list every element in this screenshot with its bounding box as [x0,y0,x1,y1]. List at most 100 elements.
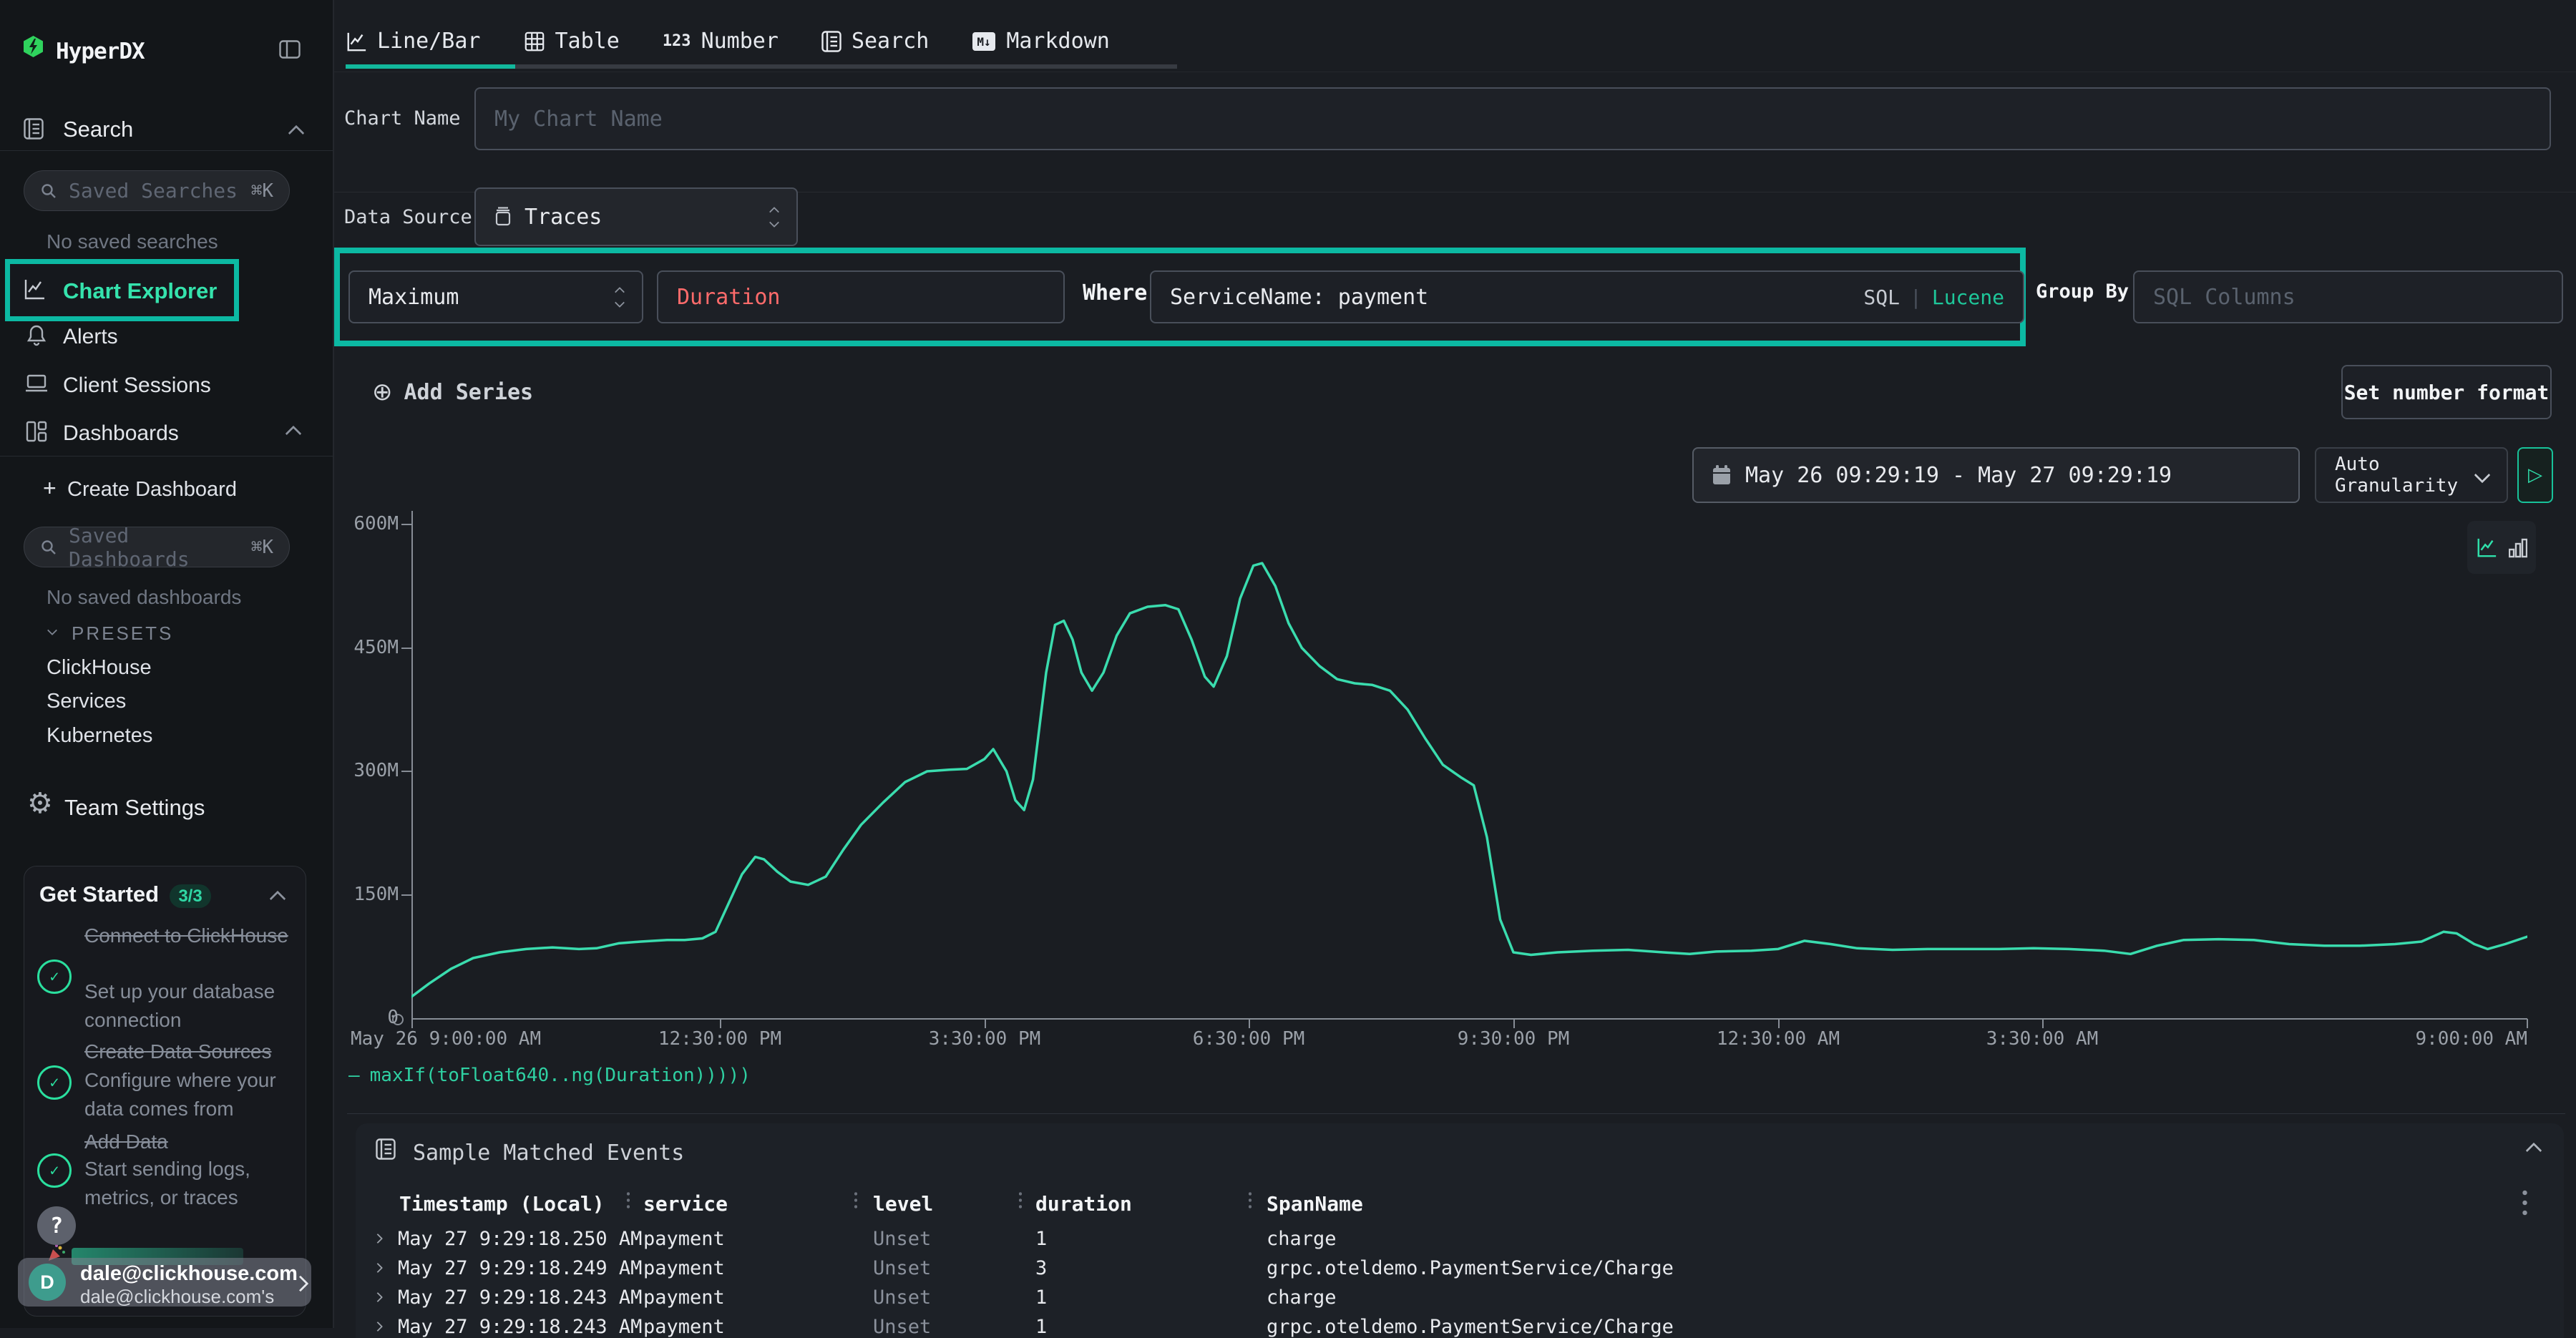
y-tick-label: 150M [333,884,399,905]
no-saved-dashboards-text: No saved dashboards [47,586,241,609]
column-header-spanname[interactable]: SpanName [1267,1192,1363,1216]
column-header-level[interactable]: level [873,1192,933,1216]
preset-services[interactable]: Services [47,690,126,713]
group-by-input[interactable]: SQL Columns [2133,270,2563,323]
line-chart-icon [346,31,367,52]
get-started-title: Get Started [39,882,159,907]
column-resize-handle[interactable] [1019,1191,1022,1209]
y-tick-label: 0 [333,1007,399,1028]
chart-legend[interactable]: — maxIf(toFloat640..ng(Duration))))) [348,1065,751,1086]
sidebar-section-search[interactable]: Search [63,117,133,142]
y-tick-label: 600M [333,513,399,534]
collapse-dashboards-icon[interactable] [286,426,302,442]
get-started-step-desc: Configure where your data comes from [84,1066,293,1123]
user-subtext: dale@clickhouse.com's [80,1286,274,1308]
search-icon [40,182,57,200]
tab-number[interactable]: 123 Number [663,29,779,54]
journal-icon [376,1138,396,1161]
date-range-input[interactable]: May 26 09:29:19 - May 27 09:29:19 [1692,447,2300,503]
lucene-mode-toggle[interactable]: Lucene [1932,285,2004,309]
search-section-icon [24,118,44,140]
chart-line-path [411,563,2527,997]
x-tick-label: 9:00:00 AM [2415,1028,2527,1050]
plus-icon: + [43,475,57,502]
x-tick-label: 12:30:00 AM [1717,1028,1840,1050]
table-icon [524,31,545,52]
bell-icon [26,323,47,348]
group-by-placeholder: SQL Columns [2153,285,2296,310]
help-button[interactable]: ? [37,1206,76,1245]
user-email: dale@clickhouse.com [80,1262,298,1286]
active-tab-underline [346,64,515,69]
set-number-format-button[interactable]: Set number format [2341,365,2552,419]
field-input[interactable]: Duration [657,270,1065,323]
no-saved-searches-text: No saved searches [47,230,218,253]
chart-line-svg[interactable] [411,512,2527,1020]
events-menu-kebab-icon[interactable] [2522,1188,2527,1216]
chart-name-placeholder: My Chart Name [494,107,663,132]
main-area: Line/Bar Table 123 Number Search M↓ Mark… [333,0,2576,1328]
column-header-duration[interactable]: duration [1035,1192,1132,1216]
check-circle-icon: ✓ [37,959,72,994]
aggregation-select[interactable]: Maximum [348,270,643,323]
data-source-select[interactable]: Traces [474,187,798,246]
column-resize-handle[interactable] [1249,1191,1252,1209]
group-by-label: Group By [2036,280,2129,303]
sidebar-item-client-sessions[interactable]: Client Sessions [63,373,211,398]
sidebar-item-dashboards[interactable]: Dashboards [63,421,179,446]
column-resize-handle[interactable] [854,1191,857,1209]
dashboards-icon [26,421,47,442]
add-series-button[interactable]: ⊕ Add Series [372,378,533,406]
saved-searches-shortcut: ⌘K [251,180,273,202]
saved-searches-input[interactable]: Saved Searches ⌘K [24,170,290,211]
sidebar: HyperDX Search Saved Searches ⌘K No save… [0,0,334,1328]
saved-dashboards-placeholder: Saved Dashboards [69,524,240,571]
tab-search[interactable]: Search [821,29,929,54]
chart-name-label: Chart Name [344,107,461,130]
x-tick-label: May 26 9:00:00 AM [351,1028,541,1050]
tab-line-bar[interactable]: Line/Bar [346,29,481,54]
column-header-timestamp[interactable]: Timestamp (Local) [399,1192,605,1216]
preset-kubernetes[interactable]: Kubernetes [47,724,152,748]
legend-series-label: maxIf(toFloat640..ng(Duration))))) [370,1065,751,1086]
svg-text:M↓: M↓ [977,35,991,49]
saved-dashboards-input[interactable]: Saved Dashboards ⌘K [24,527,290,567]
granularity-select[interactable]: Auto Granularity [2315,447,2508,503]
x-tick-label: 3:30:00 PM [929,1028,1041,1050]
where-input[interactable]: ServiceName: payment SQL | Lucene [1150,270,2024,323]
column-resize-handle[interactable] [627,1191,630,1209]
get-started-step-desc: Set up your database connection [84,977,293,1035]
sidebar-item-alerts[interactable]: Alerts [63,325,118,349]
collapse-sidebar-icon[interactable] [279,40,301,59]
x-tick-label: 9:30:00 PM [1458,1028,1570,1050]
column-header-service[interactable]: service [643,1192,728,1216]
run-query-button[interactable]: ▷ [2517,447,2553,503]
x-tick-label: 6:30:00 PM [1193,1028,1305,1050]
x-tick-label: 3:30:00 AM [1986,1028,2099,1050]
markdown-icon: M↓ [972,31,996,52]
get-started-step-title[interactable]: Connect to ClickHouse [84,922,293,950]
sidebar-item-team-settings[interactable]: Team Settings [64,795,205,821]
sidebar-item-chart-explorer[interactable]: Chart Explorer [63,278,217,304]
get-started-step-desc: Start sending logs, metrics, or traces [84,1155,293,1212]
tab-markdown[interactable]: M↓ Markdown [972,29,1110,54]
database-icon [494,207,512,227]
get-started-step-title[interactable]: Create Data Sources [84,1037,293,1066]
preset-clickhouse[interactable]: ClickHouse [47,656,152,680]
presets-label[interactable]: PRESETS [72,622,173,645]
tab-table[interactable]: Table [524,29,620,54]
hyperdx-logo-icon [24,36,43,57]
chart-name-input[interactable]: My Chart Name [474,87,2551,150]
collapse-search-section-icon[interactable] [288,125,305,142]
get-started-step-title[interactable]: Add Data [84,1128,293,1156]
presets-chevron-icon[interactable] [47,625,57,635]
sql-mode-toggle[interactable]: SQL [1863,285,1900,309]
sample-events-title: Sample Matched Events [413,1141,684,1166]
data-source-label: Data Source [344,206,472,228]
where-label: Where [1083,280,1147,306]
create-dashboard-button[interactable]: Create Dashboard [67,478,237,502]
x-tick-label: 12:30:00 PM [658,1028,781,1050]
get-started-badge: 3/3 [170,884,211,908]
check-circle-icon: ✓ [37,1153,72,1188]
number-123-icon: 123 [663,32,691,50]
